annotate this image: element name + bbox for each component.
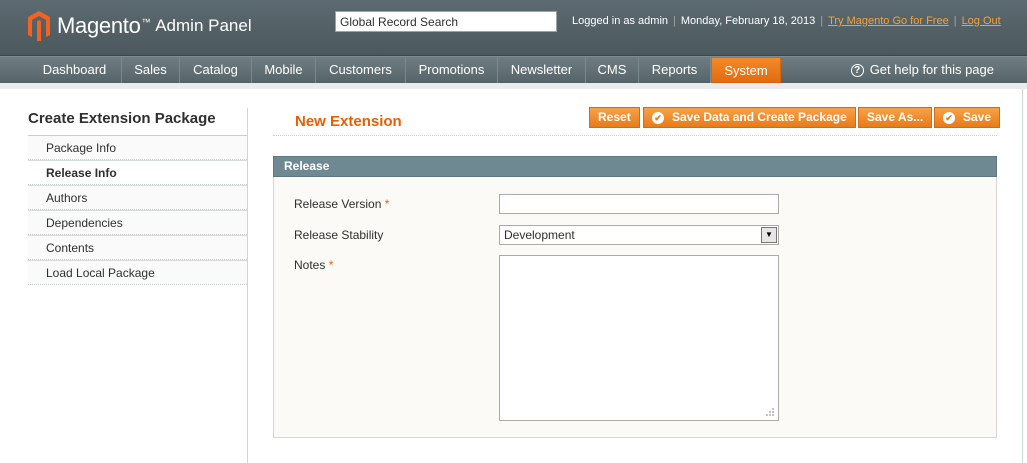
- sidebar-tabs: Package Info Release Info Authors Depend…: [28, 135, 247, 285]
- notes-label: Notes *: [294, 258, 334, 272]
- nav-system[interactable]: System: [711, 57, 781, 83]
- release-version-input[interactable]: [499, 194, 779, 214]
- release-stability-label: Release Stability: [294, 228, 384, 242]
- brand-suffix: Admin Panel: [155, 16, 252, 35]
- nav-customers[interactable]: Customers: [316, 57, 406, 83]
- magento-logo[interactable]: Magento™ Admin Panel: [28, 11, 252, 41]
- logout-link[interactable]: Log Out: [962, 15, 1001, 27]
- save-label: Save: [963, 110, 992, 124]
- magento-logo-icon: [28, 11, 50, 41]
- nav-catalog[interactable]: Catalog: [180, 57, 252, 83]
- header-user-bar: Logged in as admin | Monday, February 18, …: [572, 15, 1001, 27]
- save-and-create-package-button[interactable]: ✔ Save Data and Create Package: [643, 107, 856, 128]
- reset-button[interactable]: Reset: [589, 107, 640, 128]
- date-text: Monday, February 18, 2013: [680, 15, 816, 27]
- sidebar-divider: [247, 108, 248, 463]
- release-version-label: Release Version *: [294, 197, 390, 211]
- nav-sales[interactable]: Sales: [122, 57, 180, 83]
- reset-label: Reset: [598, 110, 631, 124]
- tab-package-info[interactable]: Package Info: [28, 135, 247, 160]
- main-nav: Dashboard Sales Catalog Mobile Customers…: [0, 56, 1027, 83]
- check-icon: ✔: [652, 111, 664, 124]
- nav-newsletter[interactable]: Newsletter: [498, 57, 586, 83]
- help-label: Get help for this page: [869, 62, 994, 77]
- required-mark: *: [384, 197, 390, 211]
- nav-reports[interactable]: Reports: [639, 57, 711, 83]
- title-divider: [273, 135, 997, 136]
- nav-dashboard[interactable]: Dashboard: [28, 57, 122, 83]
- window-right-edge: [1022, 89, 1027, 463]
- release-fieldset-header: Release: [273, 156, 997, 177]
- try-magento-go-link[interactable]: Try Magento Go for Free: [828, 15, 949, 27]
- check-icon: ✔: [943, 111, 955, 124]
- tab-contents[interactable]: Contents: [28, 235, 247, 260]
- brand-name: Magento™: [57, 13, 151, 38]
- tab-dependencies[interactable]: Dependencies: [28, 210, 247, 235]
- nav-cms[interactable]: CMS: [586, 57, 639, 83]
- tab-release-info[interactable]: Release Info: [28, 160, 247, 185]
- save-as-label: Save As...: [867, 110, 924, 124]
- save-as-button[interactable]: Save As...: [858, 107, 933, 128]
- resize-grip-icon[interactable]: [765, 407, 775, 417]
- logged-in-text: Logged in as admin: [572, 15, 669, 27]
- global-search-input[interactable]: [335, 11, 557, 32]
- help-icon: ?: [850, 63, 864, 77]
- required-mark: *: [328, 258, 334, 272]
- nav-mobile[interactable]: Mobile: [252, 57, 316, 83]
- save-and-create-label: Save Data and Create Package: [672, 110, 847, 124]
- sidebar-title: Create Extension Package: [28, 110, 216, 127]
- chevron-down-icon[interactable]: ▼: [761, 227, 777, 243]
- help-link[interactable]: ? Get help for this page: [850, 57, 994, 83]
- header-bottom-strip: [0, 83, 1027, 89]
- tab-load-local-package[interactable]: Load Local Package: [28, 260, 247, 285]
- nav-promotions[interactable]: Promotions: [406, 57, 498, 83]
- tab-authors[interactable]: Authors: [28, 185, 247, 210]
- save-button[interactable]: ✔ Save: [934, 107, 1001, 128]
- release-stability-select[interactable]: Development ▼: [499, 225, 779, 245]
- page-title: New Extension: [295, 113, 402, 130]
- admin-header: Magento™ Admin Panel Logged in as admin|…: [0, 0, 1027, 56]
- release-stability-value: Development: [504, 228, 575, 242]
- notes-textarea[interactable]: [499, 255, 779, 421]
